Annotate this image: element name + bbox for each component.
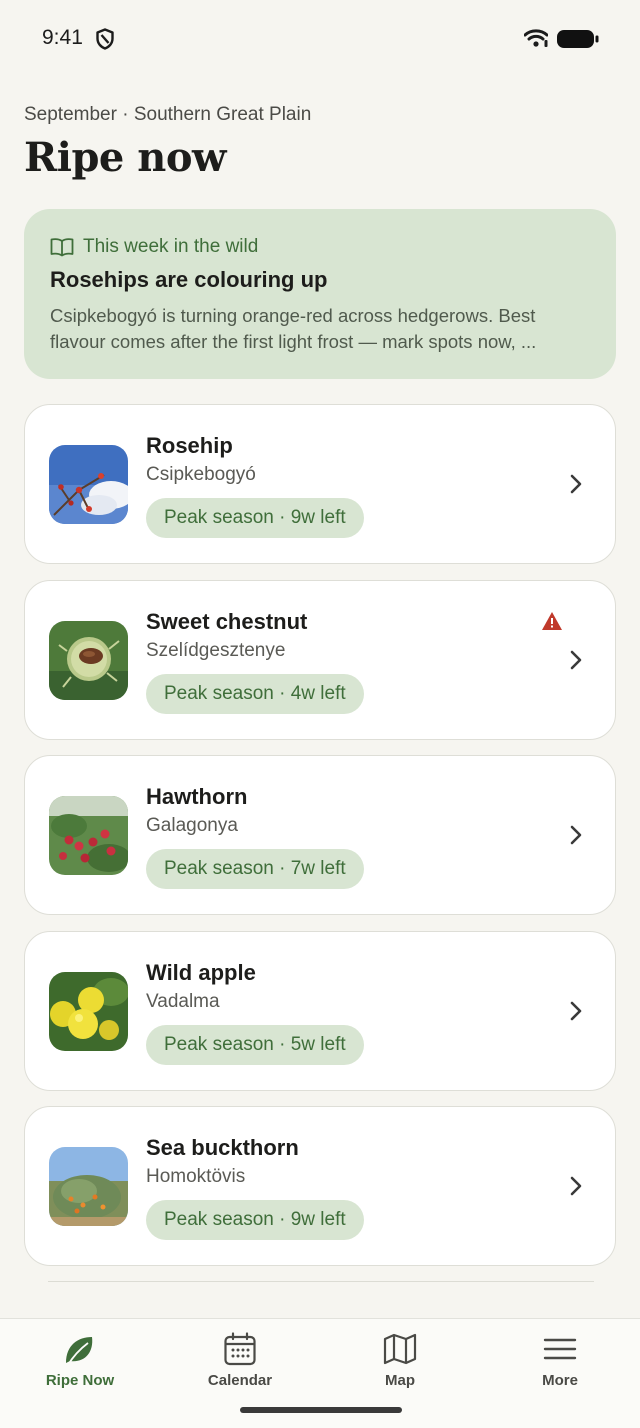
book-open-icon bbox=[50, 238, 74, 257]
chevron-right-icon[interactable] bbox=[568, 472, 584, 496]
season-badge: Peak season · 4w left bbox=[146, 674, 364, 714]
species-local-name: Homoktövis bbox=[146, 1166, 246, 1187]
shield-icon bbox=[96, 28, 114, 50]
season-badge: Peak season · 5w left bbox=[146, 1025, 364, 1065]
hawthorn-photo bbox=[49, 796, 128, 875]
species-name: Rosehip bbox=[146, 433, 233, 458]
sea-buckthorn-photo bbox=[49, 1147, 128, 1226]
species-name: Hawthorn bbox=[146, 784, 248, 809]
nav-item-ripe-now[interactable]: Ripe Now bbox=[0, 1319, 160, 1405]
species-card-sea-buckthorn[interactable]: Sea buckthorn Homoktövis Peak season · 9… bbox=[24, 1106, 616, 1266]
season-badge: Peak season · 9w left bbox=[146, 498, 364, 538]
calendar-icon bbox=[224, 1332, 256, 1366]
nav-item-calendar[interactable]: Calendar bbox=[160, 1319, 320, 1405]
this-week-card[interactable]: This week in the wild Rosehips are colou… bbox=[24, 209, 616, 379]
screen: 9:41 September · Southern Great Plain Ri… bbox=[0, 0, 640, 1428]
chestnut-photo bbox=[49, 621, 128, 700]
rosehip-photo bbox=[49, 445, 128, 524]
species-card-wild-apple[interactable]: Wild apple Vadalma Peak season · 5w left bbox=[24, 931, 616, 1091]
status-time: 9:41 bbox=[42, 26, 83, 49]
species-name: Sweet chestnut bbox=[146, 609, 308, 634]
map-icon bbox=[383, 1333, 417, 1365]
nav-label: Map bbox=[385, 1372, 415, 1389]
status-bar: 9:41 bbox=[0, 0, 640, 78]
warning-icon bbox=[542, 612, 562, 630]
species-local-name: Csipkebogyó bbox=[146, 464, 256, 485]
home-indicator[interactable] bbox=[240, 1407, 402, 1413]
season-badge: Peak season · 9w left bbox=[146, 1200, 364, 1240]
wild-apple-photo bbox=[49, 972, 128, 1051]
chevron-right-icon[interactable] bbox=[568, 823, 584, 847]
species-local-name: Galagonya bbox=[146, 815, 238, 836]
chevron-right-icon[interactable] bbox=[568, 648, 584, 672]
this-week-label: This week in the wild bbox=[83, 236, 259, 257]
season-badge: Peak season · 7w left bbox=[146, 849, 364, 889]
list-end-divider bbox=[48, 1281, 594, 1282]
nav-label: Ripe Now bbox=[45, 1372, 115, 1389]
chevron-right-icon[interactable] bbox=[568, 999, 584, 1023]
leaf-icon bbox=[66, 1337, 93, 1366]
species-name: Sea buckthorn bbox=[146, 1135, 299, 1160]
menu-icon bbox=[543, 1338, 577, 1360]
species-card-rosehip[interactable]: Rosehip Csipkebogyó Peak season · 9w lef… bbox=[24, 404, 616, 564]
nav-item-map[interactable]: Map bbox=[320, 1319, 480, 1405]
chevron-right-icon[interactable] bbox=[568, 1174, 584, 1198]
species-card-hawthorn[interactable]: Hawthorn Galagonya Peak season · 7w left bbox=[24, 755, 616, 915]
page-title: Ripe now bbox=[24, 134, 226, 181]
species-card-sweet-chestnut[interactable]: Sweet chestnut Szelídgesztenye Peak seas… bbox=[24, 580, 616, 740]
nav-item-more[interactable]: More bbox=[480, 1319, 640, 1405]
nav-label: More bbox=[542, 1372, 578, 1389]
this-week-title: Rosehips are colouring up bbox=[50, 267, 328, 292]
wifi-icon bbox=[524, 29, 548, 47]
region-subtitle: September · Southern Great Plain bbox=[24, 104, 312, 125]
species-name: Wild apple bbox=[146, 960, 256, 985]
battery-icon bbox=[557, 30, 599, 48]
species-local-name: Szelídgesztenye bbox=[146, 640, 286, 661]
this-week-label-row: This week in the wild bbox=[50, 235, 258, 259]
species-local-name: Vadalma bbox=[146, 991, 220, 1012]
nav-label: Calendar bbox=[207, 1372, 273, 1389]
this-week-body: Csipkebogyó is turning orange-red across… bbox=[50, 305, 537, 352]
